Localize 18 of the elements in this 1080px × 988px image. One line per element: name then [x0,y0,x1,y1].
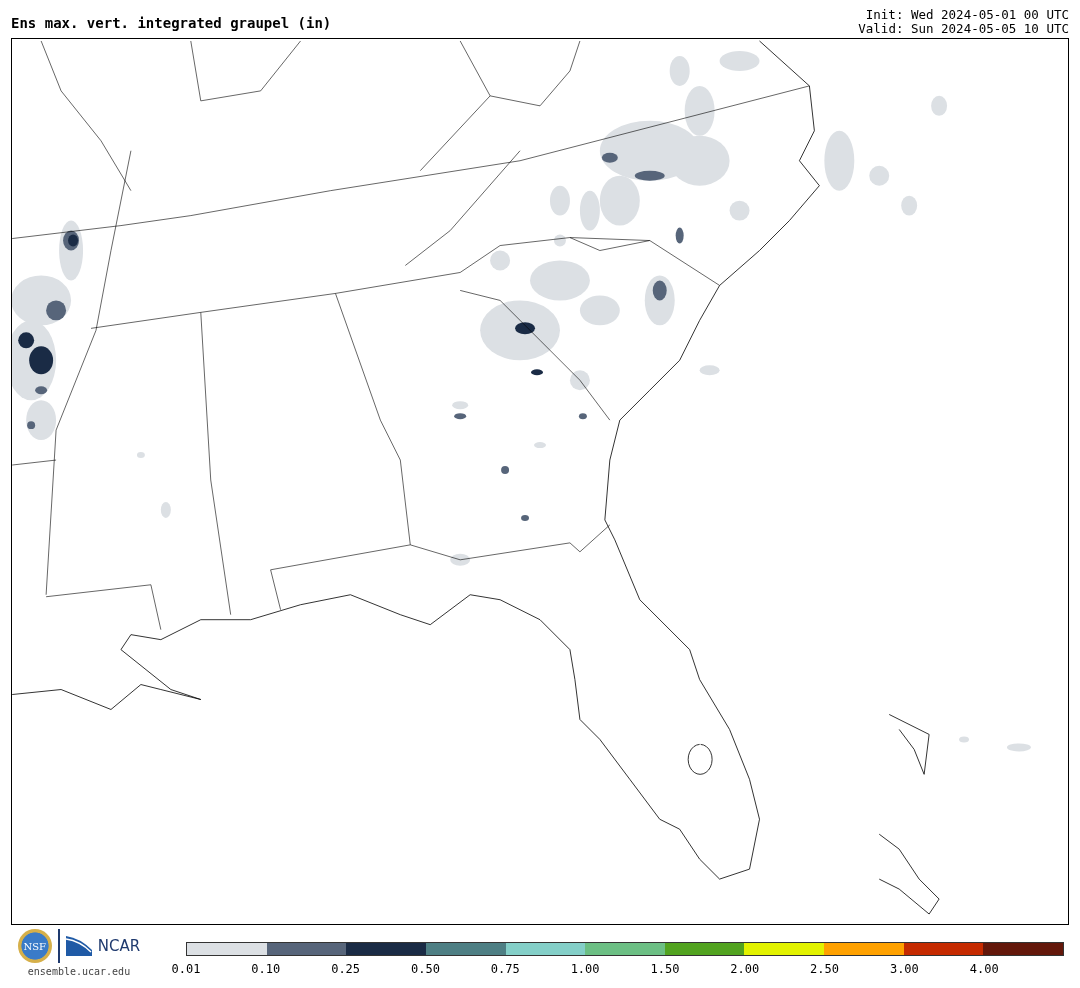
colorbar-label: 4.00 [969,962,999,976]
colorbar-label: 2.50 [810,962,839,976]
colorbar-label: 1.50 [650,962,680,976]
valid-time: Valid: Sun 2024-05-05 10 UTC [858,22,1069,36]
site-url: ensemble.ucar.edu [27,966,131,977]
colorbar-label: 2.00 [730,962,760,976]
colorbar-label: 0.75 [490,962,520,976]
colorbar-label: 0.01 [171,962,201,976]
nsf-logo: NSF [17,929,52,963]
wave-logo-icon [65,936,92,956]
ncar-logo: NCAR [97,937,141,955]
init-time: Init: Wed 2024-05-01 00 UTC [865,8,1069,22]
colorbar-label: 0.10 [251,962,281,976]
colorbar-label: 0.25 [331,962,361,976]
colorbar-label: 0.50 [411,962,440,976]
colorbar-label: 1.00 [570,962,600,976]
map-title: Ens max. vert. integrated graupel (in) [11,15,332,33]
colorbar-label: 3.00 [889,962,919,976]
